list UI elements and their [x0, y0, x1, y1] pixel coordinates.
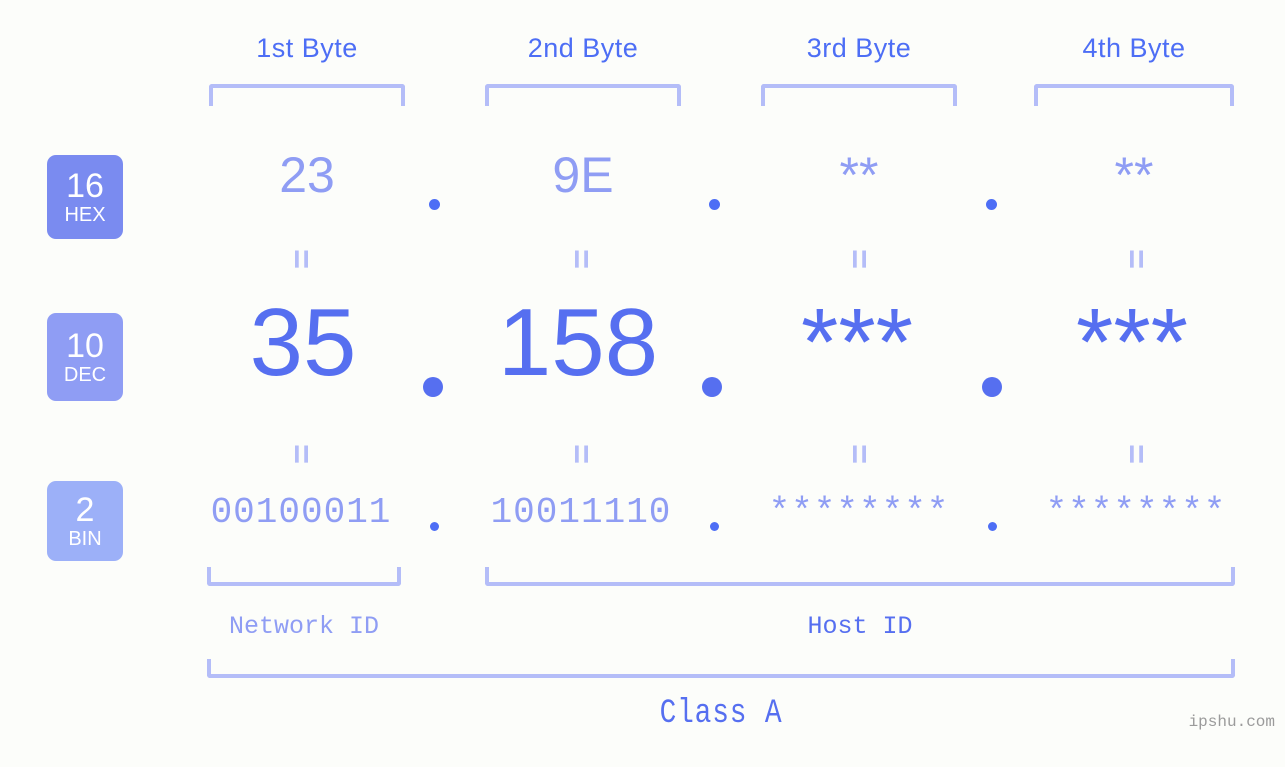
bin-octet-4: ******** [1045, 492, 1227, 533]
site-watermark: ipshu.com [1188, 713, 1275, 731]
bin-octet-3: ******** [768, 492, 950, 533]
equals-marker-hex-dec-3: = [840, 249, 878, 269]
bin-value-row: 00100011 10011110 ******** ******** [0, 493, 1285, 553]
bin-separator-dot-2 [710, 522, 719, 531]
dec-octet-1: 35 [249, 289, 357, 396]
class-bracket [207, 659, 1235, 678]
hex-octet-1: 23 [279, 147, 335, 203]
host-id-bracket [485, 567, 1235, 586]
equals-marker-hex-dec-4: = [1117, 249, 1155, 269]
byte-bracket-top-3 [761, 84, 957, 106]
network-id-bracket [207, 567, 401, 586]
dec-separator-dot-3 [982, 377, 1002, 397]
dec-octet-4: *** [1075, 289, 1189, 396]
bin-octet-2: 10011110 [490, 492, 672, 533]
class-label: Class A [659, 695, 783, 733]
network-id-label: Network ID [228, 612, 380, 641]
equals-marker-hex-dec-1: = [282, 249, 320, 269]
hex-value-row: 23 9E ** ** [0, 150, 1285, 230]
dec-separator-dot-1 [423, 377, 443, 397]
byte-bracket-top-1 [209, 84, 405, 106]
byte-header-1: 1st Byte [256, 33, 358, 63]
byte-header-3: 3rd Byte [806, 33, 912, 63]
equals-marker-dec-bin-2: = [562, 444, 600, 464]
dec-value-row: 35 158 *** *** [0, 295, 1285, 410]
hex-separator-dot-1 [429, 199, 440, 210]
dec-octet-2: 158 [497, 289, 659, 396]
byte-header-2: 2nd Byte [527, 33, 639, 63]
byte-bracket-top-4 [1034, 84, 1234, 106]
byte-header-4: 4th Byte [1082, 33, 1186, 63]
hex-octet-2: 9E [552, 147, 614, 203]
hex-separator-dot-3 [986, 199, 997, 210]
equals-marker-dec-bin-4: = [1117, 444, 1155, 464]
hex-separator-dot-2 [709, 199, 720, 210]
ip-breakdown-canvas: 1st Byte 2nd Byte 3rd Byte 4th Byte 16 H… [0, 0, 1285, 767]
hex-octet-3: ** [839, 147, 879, 203]
host-id-label: Host ID [807, 612, 913, 641]
equals-marker-hex-dec-2: = [562, 249, 600, 269]
bin-separator-dot-1 [430, 522, 439, 531]
dec-separator-dot-2 [702, 377, 722, 397]
dec-octet-3: *** [800, 289, 914, 396]
byte-bracket-top-2 [485, 84, 681, 106]
equals-marker-dec-bin-1: = [282, 444, 320, 464]
bin-octet-1: 00100011 [210, 492, 392, 533]
equals-marker-dec-bin-3: = [840, 444, 878, 464]
bin-separator-dot-3 [988, 522, 997, 531]
hex-octet-4: ** [1114, 147, 1154, 203]
